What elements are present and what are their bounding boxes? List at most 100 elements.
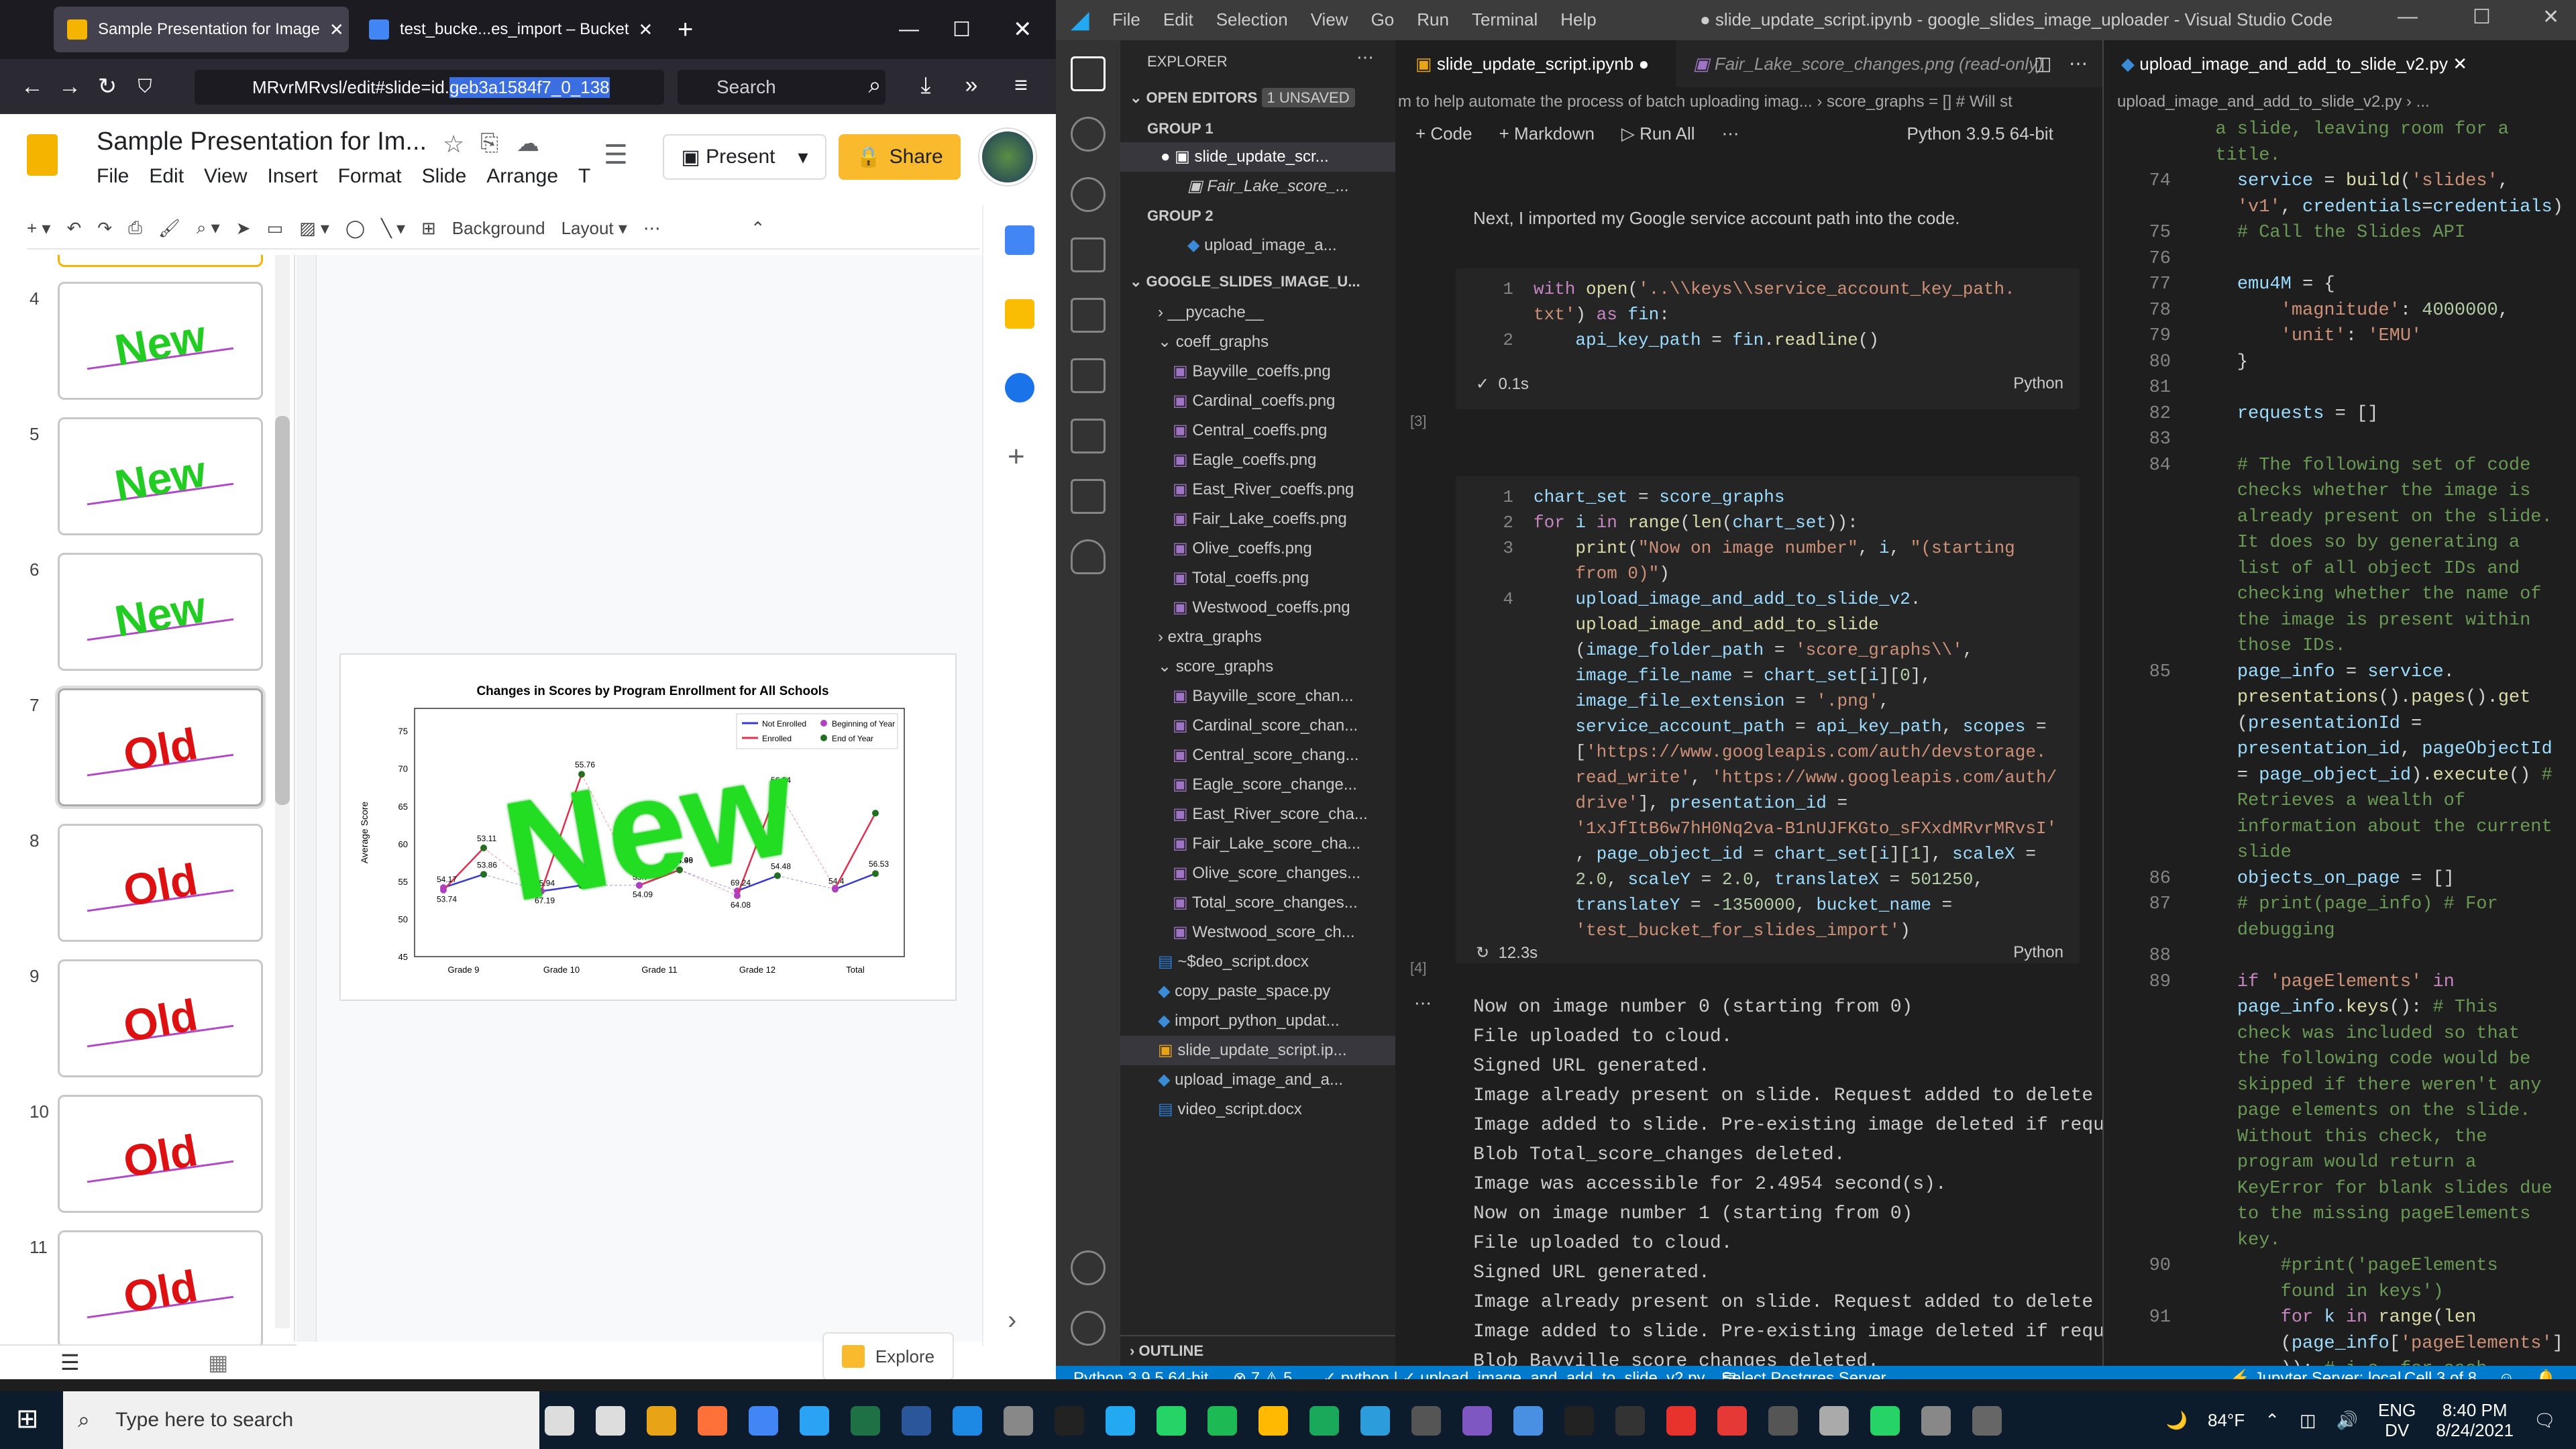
move-folder-icon[interactable]: ⎘ [480, 130, 498, 156]
taskbar-app-icon[interactable] [1717, 1406, 1747, 1436]
menu-format[interactable]: Format [338, 165, 402, 188]
textbox-icon[interactable]: ▭ [267, 218, 284, 239]
status-cell[interactable]: Cell 3 of 8 [2404, 1366, 2477, 1379]
code-cell-3[interactable]: 1 with open('..\\keys\\service_account_ke… [1456, 268, 2080, 409]
menu-arrange[interactable]: Arrange [486, 165, 558, 188]
undo-icon[interactable]: ↶ [66, 218, 81, 239]
slide-thumbnail[interactable]: New [58, 282, 263, 400]
new-tab-button[interactable]: + [664, 7, 706, 52]
terminal-icon[interactable] [1071, 479, 1106, 514]
notifications-icon[interactable]: 🗨 [2534, 1410, 2556, 1431]
vs-maximize-icon[interactable]: ☐ [2473, 5, 2491, 29]
input-language[interactable]: ENG DV [2378, 1400, 2416, 1440]
tree-file[interactable]: ◆ copy_paste_space.py [1120, 977, 1395, 1006]
taskbar-app-icon[interactable] [545, 1406, 574, 1436]
taskbar-app-icon[interactable] [1106, 1406, 1135, 1436]
menu-file[interactable]: File [97, 165, 129, 188]
search-icon[interactable] [1071, 117, 1106, 152]
tree-file[interactable]: ▣ Westwood_coeffs.png [1120, 593, 1395, 623]
cell-language[interactable]: Python [2013, 374, 2063, 393]
run-all-button[interactable]: ▷ Run All [1621, 123, 1695, 144]
taskbar-search[interactable]: ⌕ Type here to search [63, 1391, 539, 1449]
taskbar-app-icon[interactable] [1819, 1406, 1849, 1436]
keep-icon[interactable] [1005, 299, 1034, 329]
taskbar-app-icon[interactable] [1055, 1406, 1084, 1436]
taskbar-app-icon[interactable] [596, 1406, 625, 1436]
list-view-icon[interactable]: ☰ [60, 1350, 80, 1375]
tree-file[interactable]: ▣ Bayville_score_chan... [1120, 682, 1395, 711]
menu-insert[interactable]: Insert [268, 165, 318, 188]
presentation-title[interactable]: Sample Presentation for Im... [97, 127, 427, 156]
search-box[interactable]: Search [678, 70, 885, 105]
explorer-more-icon[interactable]: ⋯ [1356, 47, 1374, 68]
tab-notebook[interactable]: ▣ slide_update_script.ipynb ● [1398, 40, 1676, 87]
taskbar-app-icon[interactable] [749, 1406, 778, 1436]
tree-file[interactable]: ▣ Fair_Lake_score_cha... [1120, 829, 1395, 859]
tree-folder[interactable]: › __pycache__ [1120, 298, 1395, 327]
vs-minimize-icon[interactable]: — [2398, 5, 2418, 28]
tree-file[interactable]: ▣ Eagle_coeffs.png [1120, 445, 1395, 475]
taskbar-app-icon[interactable] [1666, 1406, 1696, 1436]
close-window-icon[interactable]: ✕ [1000, 7, 1046, 52]
database-icon[interactable] [1071, 539, 1106, 574]
tree-file[interactable]: ▣ Bayville_coeffs.png [1120, 357, 1395, 386]
taskbar-app-icon[interactable] [1309, 1406, 1339, 1436]
network-icon[interactable]: ◫ [2300, 1410, 2316, 1431]
menu-edit[interactable]: Edit [149, 165, 184, 188]
thumbnail-selected-prev[interactable] [58, 255, 263, 267]
tree-folder[interactable]: ⌄ coeff_graphs [1120, 327, 1395, 357]
avatar[interactable] [979, 129, 1036, 185]
shape-icon[interactable]: ◯ [345, 218, 365, 239]
tree-file[interactable]: ▣ Fair_Lake_coeffs.png [1120, 504, 1395, 534]
menu-slide[interactable]: Slide [422, 165, 467, 188]
tree-file[interactable]: ▣ Central_coeffs.png [1120, 416, 1395, 445]
new-slide-icon[interactable]: + ▾ [27, 218, 50, 239]
cell-language[interactable]: Python [2013, 943, 2063, 962]
browser-tab-bucket[interactable]: test_bucke...es_import – Bucket ✕ [356, 7, 651, 52]
vs-menu-run[interactable]: Run [1417, 9, 1449, 30]
reload-icon[interactable]: ↻ [89, 73, 126, 100]
slide-thumbnail[interactable]: Old [58, 959, 263, 1077]
tab-image[interactable]: ▣ Fair_Lake_score_changes.png (read-only… [1676, 40, 2043, 87]
tree-file[interactable]: ▤ ~$deo_script.docx [1120, 947, 1395, 977]
output-more-icon[interactable]: ⋯ [1414, 993, 1432, 1014]
line-icon[interactable]: ╲ ▾ [381, 218, 405, 239]
status-problems[interactable]: ⊗ 7 ⚠ 5 [1233, 1366, 1292, 1379]
taskbar-app-icon[interactable] [1564, 1406, 1594, 1436]
menu-truncated[interactable]: T [578, 165, 590, 188]
breadcrumb[interactable]: upload_image_and_add_to_slide_v2.py › ..… [2117, 87, 2576, 117]
menu-view[interactable]: View [204, 165, 247, 188]
tree-file[interactable]: ▣ Olive_coeffs.png [1120, 534, 1395, 564]
download-icon[interactable]: ⤓ [907, 72, 945, 99]
grid-view-icon[interactable]: ▦ [208, 1350, 228, 1375]
more-icon[interactable]: ⋯ [643, 218, 661, 239]
tree-file[interactable]: ▣ East_River_coeffs.png [1120, 475, 1395, 504]
tree-file[interactable]: ▣ slide_update_script.ip... [1120, 1036, 1395, 1065]
tree-file[interactable]: ◆ upload_image_and_a... [1120, 1065, 1395, 1095]
open-editor-item[interactable]: ● ▣ slide_update_scr... [1120, 142, 1395, 172]
tree-file[interactable]: ▣ Total_coeffs.png [1120, 564, 1395, 593]
vs-menu-edit[interactable]: Edit [1163, 9, 1193, 30]
tree-file[interactable]: ▣ Cardinal_score_chan... [1120, 711, 1395, 741]
minimize-icon[interactable]: — [885, 7, 932, 52]
account-icon[interactable] [1071, 1250, 1106, 1285]
tray-expand-icon[interactable]: ⌃ [2265, 1410, 2279, 1431]
comments-icon[interactable]: ☰ [604, 140, 628, 170]
status-jupyter[interactable]: ⚡ Jupyter Server: local [2230, 1366, 2401, 1379]
taskbar-app-icon[interactable] [1411, 1406, 1441, 1436]
project-header[interactable]: ⌄ GOOGLE_SLIDES_IMAGE_U... [1120, 267, 1395, 297]
taskbar-app-icon[interactable] [1768, 1406, 1798, 1436]
comment-add-icon[interactable]: ⊞ [421, 218, 436, 239]
tree-file[interactable]: ▣ Cardinal_coeffs.png [1120, 386, 1395, 416]
collapse-icon[interactable]: ⌃ [751, 218, 765, 239]
close-tab-icon[interactable]: ✕ [320, 19, 344, 40]
vs-menu-view[interactable]: View [1311, 9, 1348, 30]
chart[interactable]: Changes in Scores by Program Enrollment … [341, 655, 958, 1002]
kernel-picker[interactable]: Python 3.9.5 64-bit [1907, 123, 2053, 144]
taskbar-app-icon[interactable] [1157, 1406, 1186, 1436]
breadcrumb[interactable]: m to help automate the process of batch … [1398, 87, 2102, 117]
taskbar-app-icon[interactable] [1360, 1406, 1390, 1436]
taskbar-app-icon[interactable] [1258, 1406, 1288, 1436]
taskbar-app-icon[interactable] [698, 1406, 727, 1436]
tree-file[interactable]: ▣ Total_score_changes... [1120, 888, 1395, 918]
